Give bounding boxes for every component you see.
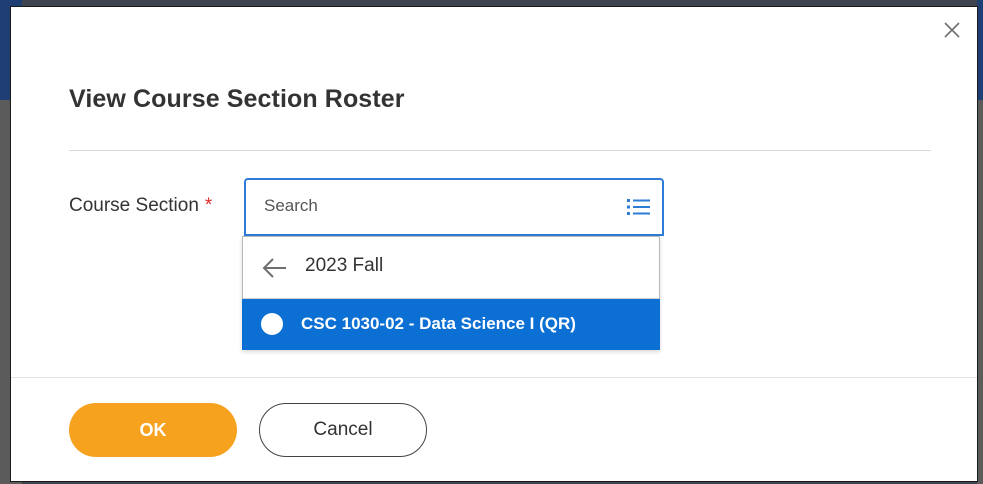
radio-button[interactable] (261, 313, 283, 335)
title-divider (69, 150, 931, 151)
dropdown-back-item[interactable]: 2023 Fall (243, 237, 659, 299)
course-section-label-text: Course Section (69, 195, 199, 216)
prompt-list-button[interactable] (626, 196, 652, 218)
dropdown-option-label: CSC 1030-02 - Data Science I (QR) (301, 314, 576, 333)
course-section-search-input[interactable] (264, 196, 584, 216)
course-section-label: Course Section * (69, 195, 212, 217)
course-roster-dialog: View Course Section Roster Course Sectio… (10, 6, 978, 482)
required-marker: * (204, 195, 213, 216)
footer-divider (11, 377, 977, 378)
dropdown-back-label: 2023 Fall (305, 255, 384, 276)
course-section-search-box[interactable] (244, 178, 664, 236)
ok-button[interactable]: OK (69, 403, 237, 457)
arrow-left-icon (262, 258, 286, 278)
course-section-dropdown: 2023 Fall CSC 1030-02 - Data Science I (… (242, 236, 660, 350)
close-button[interactable] (941, 19, 963, 41)
list-icon (627, 199, 650, 215)
dialog-title: View Course Section Roster (69, 85, 405, 113)
dropdown-option-csc-1030-02[interactable]: CSC 1030-02 - Data Science I (QR) (242, 299, 660, 350)
cancel-button[interactable]: Cancel (259, 403, 427, 457)
close-icon (944, 22, 960, 38)
